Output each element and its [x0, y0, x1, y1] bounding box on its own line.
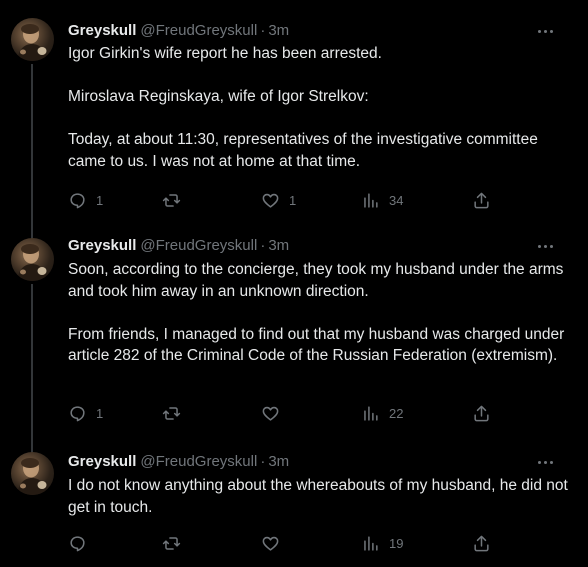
share-icon	[474, 535, 489, 551]
reply-button[interactable]: 1	[68, 402, 103, 424]
retweet-icon	[162, 193, 181, 207]
reply-button[interactable]: 1	[68, 189, 103, 211]
tweet-actions: 1 1 34	[68, 189, 572, 211]
retweet-button[interactable]	[162, 532, 190, 554]
separator-dot: ·	[260, 237, 266, 254]
tweet-paragraph: From friends, I managed to find out that…	[68, 325, 565, 365]
display-name[interactable]: Greyskull	[68, 237, 136, 254]
tweet-text: Soon, according to the concierge, they t…	[68, 259, 573, 367]
separator-dot: ·	[260, 453, 266, 470]
views-button[interactable]: 19	[361, 532, 403, 554]
reply-button[interactable]	[68, 532, 96, 554]
tweet-paragraph: Miroslava Reginskaya, wife of Igor Strel…	[68, 88, 369, 105]
views-icon	[364, 405, 378, 421]
tweet-paragraph: Igor Girkin's wife report he has been ar…	[68, 45, 382, 62]
retweet-button[interactable]	[162, 189, 190, 211]
tweet-actions: 19	[68, 532, 572, 554]
timestamp[interactable]: 3m	[268, 237, 289, 254]
tweet-text: I do not know anything about the whereab…	[68, 475, 573, 518]
view-count: 19	[389, 535, 404, 551]
like-icon	[262, 193, 279, 208]
timestamp[interactable]: 3m	[268, 22, 289, 39]
display-name[interactable]: Greyskull	[68, 22, 136, 39]
reply-count: 1	[96, 192, 104, 208]
avatar[interactable]	[11, 452, 54, 495]
share-button[interactable]	[472, 532, 491, 554]
tweet-header: Greyskull @FreudGreyskull · 3m	[68, 452, 572, 472]
views-button[interactable]: 22	[361, 402, 403, 424]
user-handle[interactable]: @FreudGreyskull	[140, 237, 257, 254]
tweet-paragraph: I do not know anything about the whereab…	[68, 477, 568, 516]
avatar-portrait-image	[17, 458, 48, 495]
tweet[interactable]: Greyskull @FreudGreyskull · 3m Igor Girkin'…	[0, 0, 588, 239]
avatar[interactable]	[11, 238, 54, 281]
like-count: 1	[289, 192, 297, 208]
thread-connector-line	[31, 64, 33, 239]
more-icon[interactable]	[536, 21, 554, 41]
tweet[interactable]: Greyskull @FreudGreyskull · 3m I do not kno…	[0, 443, 588, 567]
tweet-actions: 1 22	[68, 402, 572, 424]
avatar-portrait-image	[17, 24, 48, 61]
tweet-text: Igor Girkin's wife report he has been ar…	[68, 43, 573, 172]
like-icon	[262, 406, 279, 421]
like-button[interactable]	[261, 532, 289, 554]
thread-connector-line	[31, 284, 33, 455]
views-button[interactable]: 34	[361, 189, 403, 211]
retweet-button[interactable]	[162, 402, 190, 424]
retweet-icon	[162, 406, 181, 420]
view-count: 34	[389, 192, 404, 208]
views-icon	[364, 192, 378, 208]
view-count: 22	[389, 405, 404, 421]
share-button[interactable]	[472, 402, 491, 424]
like-button[interactable]	[261, 402, 289, 424]
reply-icon	[70, 192, 85, 208]
tweet-paragraph: Today, at about 11:30, representatives o…	[68, 131, 538, 170]
more-icon[interactable]	[536, 236, 554, 256]
tweet-header: Greyskull @FreudGreyskull · 3m	[68, 236, 572, 256]
reply-icon	[70, 535, 85, 551]
share-icon	[474, 192, 489, 208]
tweet-header: Greyskull @FreudGreyskull · 3m	[68, 21, 572, 41]
avatar-portrait-image	[17, 244, 48, 281]
separator-dot: ·	[260, 22, 266, 39]
retweet-icon	[162, 536, 181, 550]
reply-icon	[70, 405, 85, 421]
display-name[interactable]: Greyskull	[68, 453, 136, 470]
reply-count: 1	[96, 405, 104, 421]
timestamp[interactable]: 3m	[268, 453, 289, 470]
share-button[interactable]	[472, 189, 491, 211]
views-icon	[364, 535, 378, 551]
like-button[interactable]: 1	[261, 189, 296, 211]
more-icon[interactable]	[536, 452, 554, 472]
tweet[interactable]: Greyskull @FreudGreyskull · 3m Soon, accord…	[0, 227, 588, 455]
like-icon	[262, 536, 279, 551]
tweet-paragraph: Soon, according to the concierge, they t…	[68, 261, 564, 300]
user-handle[interactable]: @FreudGreyskull	[140, 22, 257, 39]
user-handle[interactable]: @FreudGreyskull	[140, 453, 257, 470]
share-icon	[474, 405, 489, 421]
tweet-thread: Greyskull @FreudGreyskull · 3m Igor Girkin'…	[0, 0, 588, 567]
avatar[interactable]	[11, 18, 54, 61]
